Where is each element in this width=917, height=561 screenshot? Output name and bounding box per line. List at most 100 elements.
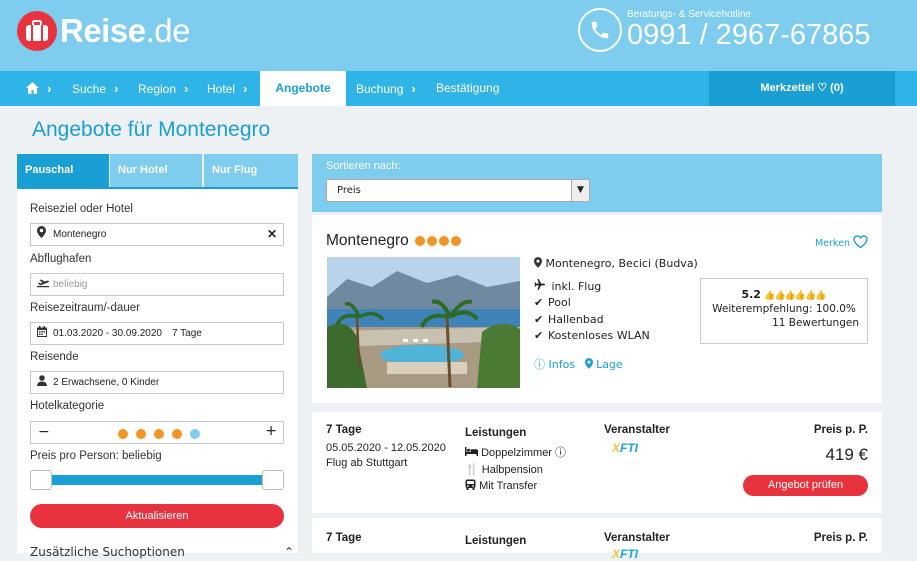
info-icon: ⓘ xyxy=(534,358,545,371)
nav-bestaetigung[interactable]: Bestätigung xyxy=(436,71,499,106)
merkzettel-button[interactable]: Merkzettel ♡ (0) xyxy=(709,71,895,106)
offer-flight: Flug ab Stuttgart xyxy=(326,457,408,469)
check-offer-button[interactable]: Angebot prüfen xyxy=(743,475,868,496)
phone-icon xyxy=(578,8,622,52)
operator-logo: XFTI xyxy=(612,441,639,455)
feature-flight: inkl. Flug xyxy=(534,279,601,293)
bus-icon xyxy=(465,479,476,492)
merken-button[interactable]: Merken xyxy=(815,235,868,249)
category-label: Hotelkategorie xyxy=(30,400,105,412)
check-icon: ✔ xyxy=(534,329,544,342)
feature-hallenbad: ✔ Hallenbad xyxy=(534,313,604,326)
airport-input[interactable]: beliebig xyxy=(30,273,284,296)
brand-name: Reise.de xyxy=(60,12,190,49)
nav-suche[interactable]: Suche › xyxy=(72,71,118,106)
hotline-number[interactable]: 0991 / 2967-67865 xyxy=(627,20,871,51)
map-marker-icon xyxy=(37,224,46,245)
offer-card: 7 Tage Leistungen Veranstalter XFTI Prei… xyxy=(312,518,882,561)
clear-icon[interactable]: ✕ xyxy=(267,224,277,245)
check-icon: ✔ xyxy=(534,296,544,309)
destination-label: Reiseziel oder Hotel xyxy=(30,203,133,215)
feature-pool: ✔ Pool xyxy=(534,296,571,309)
category-star-3[interactable] xyxy=(154,429,164,439)
heart-icon xyxy=(853,235,868,249)
chevron-up-icon: ⌃ xyxy=(284,545,295,559)
chevron-down-icon: ▼ xyxy=(571,180,589,201)
price-slider[interactable] xyxy=(30,470,284,490)
plane-departure-icon xyxy=(37,274,49,295)
offer-services-label: Leistungen xyxy=(465,535,527,547)
rating-box[interactable]: 5.2 👍👍👍👍👍👍 Weiterempfehlung: 100.0% 11 B… xyxy=(700,278,868,344)
offer-operator-label: Veranstalter xyxy=(604,532,670,544)
bed-icon xyxy=(465,447,478,459)
nav-hotel[interactable]: Hotel › xyxy=(207,71,247,106)
offer-dates: 05.05.2020 - 12.05.2020 xyxy=(326,442,446,454)
hotel-name[interactable]: Montenegro xyxy=(326,232,462,250)
rating-reviews: 11 Bewertungen xyxy=(772,317,859,329)
price-slider-max-handle[interactable] xyxy=(262,470,284,490)
nav-buchung[interactable]: Buchung › xyxy=(356,71,416,106)
offer-price-label: Preis p. P. xyxy=(813,532,868,544)
lage-link[interactable]: Lage xyxy=(584,358,623,371)
tab-nur-hotel[interactable]: Nur Hotel xyxy=(110,154,202,187)
update-button[interactable]: Aktualisieren xyxy=(30,504,284,528)
nav-angebote[interactable]: Angebote xyxy=(260,71,346,106)
category-star-1[interactable] xyxy=(118,429,128,439)
tab-pauschal[interactable]: Pauschal xyxy=(17,154,109,187)
period-input[interactable]: 01.03.2020 - 30.09.2020 7 Tage xyxy=(30,322,284,345)
hotel-category-selector[interactable]: − + xyxy=(30,421,284,444)
category-star-5[interactable] xyxy=(190,429,200,439)
cutlery-icon: 🍴 xyxy=(465,464,479,476)
hotel-links: ⓘ Infos Lage xyxy=(534,356,623,372)
feature-wlan: ✔ Kostenloses WLAN xyxy=(534,329,650,342)
operator-logo: XFTI xyxy=(612,547,639,561)
hotline[interactable]: Beratungs- & Servicehotline 0991 / 2967-… xyxy=(578,8,871,52)
home-icon[interactable]: › xyxy=(26,71,51,106)
sort-bar: Sortieren nach: Preis ▼ xyxy=(312,154,882,212)
offer-room: Doppelzimmer ⓘ xyxy=(465,444,566,460)
hotel-location: Montenegro, Becici (Budva) xyxy=(534,257,698,270)
hotel-star xyxy=(439,235,450,246)
hotel-star xyxy=(415,235,426,246)
hotel-star xyxy=(427,235,438,246)
rating-recommendation: Weiterempfehlung: 100.0% xyxy=(712,303,856,315)
offer-services-label: Leistungen xyxy=(465,427,527,439)
search-form: Reiseziel oder Hotel Montenegro ✕ Abflug… xyxy=(17,187,298,559)
hotel-card: Montenegro Merken Montenegro, Becici (Bu… xyxy=(312,215,882,403)
price-slider-track xyxy=(40,475,274,485)
rating-score: 5.2 xyxy=(741,288,761,301)
rating-thumb-empty: 👍 xyxy=(815,291,827,301)
category-star-4[interactable] xyxy=(172,429,182,439)
search-type-tabs: Pauschal Nur Hotel Nur Flug xyxy=(17,154,298,187)
hotel-star xyxy=(451,235,462,246)
brand-logo[interactable]: Reise.de xyxy=(17,11,190,51)
destination-input[interactable]: Montenegro ✕ xyxy=(30,223,284,246)
suitcase-icon xyxy=(17,11,57,51)
travellers-label: Reisende xyxy=(30,351,79,363)
airport-label: Abflughafen xyxy=(30,253,92,265)
map-marker-icon xyxy=(534,257,542,270)
category-star-2[interactable] xyxy=(136,429,146,439)
info-icon[interactable]: ⓘ xyxy=(555,447,566,459)
tab-nur-flug[interactable]: Nur Flug xyxy=(204,154,298,187)
offer-board: 🍴 Halbpension xyxy=(465,464,543,476)
offer-card: 7 Tage 05.05.2020 - 12.05.2020 Flug ab S… xyxy=(312,412,882,513)
infos-link[interactable]: ⓘ Infos xyxy=(534,358,575,371)
minus-icon[interactable]: − xyxy=(38,424,50,440)
additional-options-toggle[interactable]: Zusätzliche Suchoptionen ⌃ xyxy=(30,545,294,559)
page-title: Angebote für Montenegro xyxy=(32,118,271,141)
price-slider-min-handle[interactable] xyxy=(30,470,52,490)
offer-duration: 7 Tage xyxy=(326,532,362,544)
hotel-photo[interactable] xyxy=(327,257,520,388)
period-label: Reisezeitraum/-dauer xyxy=(30,302,140,314)
check-icon: ✔ xyxy=(534,313,544,326)
rating-thumbs: 👍👍👍👍👍 xyxy=(764,291,816,301)
nav-region[interactable]: Region › xyxy=(138,71,188,106)
offer-duration: 7 Tage xyxy=(326,424,362,436)
plus-icon[interactable]: + xyxy=(265,423,277,439)
travellers-input[interactable]: 2 Erwachsene, 0 Kinder xyxy=(30,371,284,394)
offer-price: 419 € xyxy=(825,445,868,464)
sort-select[interactable]: Preis ▼ xyxy=(326,179,590,202)
offer-operator-label: Veranstalter xyxy=(604,424,670,436)
calendar-icon xyxy=(37,323,47,344)
